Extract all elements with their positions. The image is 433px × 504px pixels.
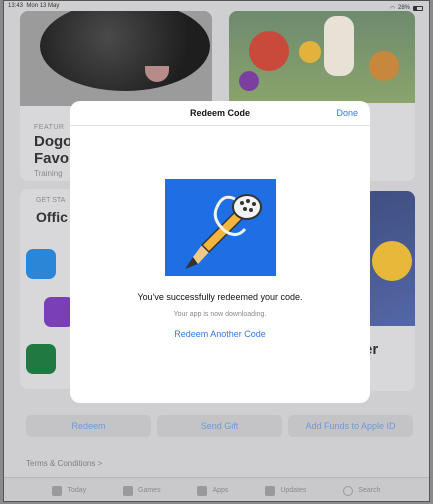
dog-photo bbox=[20, 11, 212, 106]
today-icon bbox=[52, 485, 63, 496]
game-art bbox=[229, 11, 415, 103]
redeem-another-code-link[interactable]: Redeem Another Code bbox=[70, 329, 370, 339]
tab-label: Search bbox=[358, 487, 381, 494]
terms-link[interactable]: Terms & Conditions > bbox=[26, 459, 102, 468]
redeem-code-modal: Redeem Code Done You've successfully red… bbox=[70, 101, 370, 403]
tab-today[interactable]: Today bbox=[52, 485, 87, 496]
tab-apps[interactable]: Apps bbox=[197, 485, 229, 496]
game-art bbox=[364, 191, 415, 326]
tab-label: Today bbox=[67, 487, 87, 494]
card-tag: FEATUR bbox=[34, 124, 65, 131]
updates-icon bbox=[265, 485, 276, 496]
status-time: 13:43 bbox=[8, 3, 24, 9]
redeem-button[interactable]: Redeem bbox=[26, 415, 151, 437]
send-gift-button[interactable]: Send Gift bbox=[157, 415, 282, 437]
tab-label: Apps bbox=[212, 487, 229, 494]
search-icon bbox=[343, 485, 354, 496]
modal-header: Redeem Code Done bbox=[70, 101, 370, 126]
get-started-card[interactable]: GET STA Offic bbox=[20, 189, 75, 389]
notability-app-icon bbox=[165, 179, 276, 276]
tab-updates[interactable]: Updates bbox=[265, 485, 307, 496]
tab-bar: Today Games Apps Updates Search bbox=[4, 477, 429, 501]
add-funds-button[interactable]: Add Funds to Apple ID bbox=[288, 415, 413, 437]
card-subtitle: Training bbox=[34, 169, 63, 178]
success-message: You've successfully redeemed your code. bbox=[137, 292, 303, 302]
tab-search[interactable]: Search bbox=[343, 485, 381, 496]
tab-games[interactable]: Games bbox=[123, 485, 161, 496]
tab-label: Updates bbox=[280, 487, 307, 494]
excel-icon bbox=[26, 344, 56, 374]
card-title: Offic bbox=[36, 209, 68, 225]
battery-icon bbox=[413, 5, 423, 11]
card-tag: GET STA bbox=[36, 197, 66, 204]
ipad-screen: 13:43 Mon 13 May ◠ 28% FEATUR Dogo Favo … bbox=[3, 0, 430, 502]
onedrive-icon bbox=[26, 249, 56, 279]
downloading-message: Your app is now downloading. bbox=[173, 311, 267, 318]
game-card-right[interactable]: er bbox=[364, 191, 415, 391]
status-date: Mon 13 May bbox=[26, 3, 60, 9]
tab-label: Games bbox=[138, 487, 161, 494]
games-icon bbox=[123, 485, 134, 496]
done-button[interactable]: Done bbox=[336, 108, 358, 118]
modal-title: Redeem Code bbox=[189, 108, 251, 118]
apps-icon bbox=[197, 485, 208, 496]
